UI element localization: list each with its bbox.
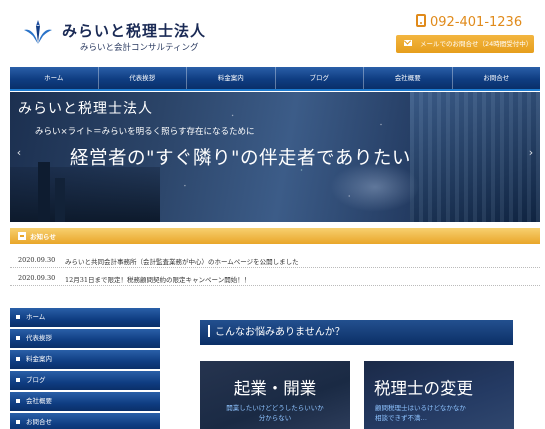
sidebar-item-blog[interactable]: ブログ: [10, 371, 160, 390]
mail-contact-button[interactable]: メールでのお問合せ（24時間受付中）: [396, 35, 534, 53]
news-heading: お知らせ: [30, 233, 56, 241]
service-card-change-accountant[interactable]: 税理士の変更 顧問税理士はいるけどなかなか 相談できず不満…: [364, 361, 514, 429]
slider-next-icon[interactable]: ›: [525, 144, 537, 162]
hero-main-copy: 経営者の"すぐ隣り"の伴走者でありたい: [70, 148, 411, 169]
mail-button-label: メールでのお問合せ（24時間受付中）: [420, 40, 533, 48]
news-item[interactable]: 2020.09.30 12月31日まで限定！税務顧問契約の限定キャンペーン開始！…: [10, 268, 540, 286]
nav-item-blog[interactable]: ブログ: [276, 67, 364, 89]
nav-item-company[interactable]: 会社概要: [364, 67, 453, 89]
phone-icon: [416, 14, 426, 27]
sidebar-item-contact[interactable]: お問合せ: [10, 413, 160, 429]
brand-title[interactable]: みらいと税理士法人: [62, 20, 206, 41]
hero-subtitle: みらい×ライト＝みらいを明るく照らす存在になるために: [35, 127, 255, 137]
hero-building-image: [410, 92, 540, 222]
card-title: 起業・開業: [233, 379, 317, 398]
card-title: 税理士の変更: [374, 379, 473, 398]
nav-item-greeting[interactable]: 代表挨拶: [99, 67, 187, 89]
news-link[interactable]: みらいと共同会計事務所（会計監査業務が中心）のホームページを公開しました: [65, 256, 299, 266]
news-item[interactable]: 2020.09.30 みらいと共同会計事務所（会計監査業務が中心）のホームページ…: [10, 250, 540, 268]
sidebar-item-pricing[interactable]: 料金案内: [10, 350, 160, 369]
card-description: 顧問税理士はいるけどなかなか 相談できず不満…: [364, 403, 514, 423]
card-description: 開業したいけどどうしたらいいか 分からない: [200, 403, 350, 423]
card-desc-line: 分からない: [258, 414, 292, 422]
hero-slider: みらいと税理士法人 みらい×ライト＝みらいを明るく照らす存在になるために 経営者…: [10, 92, 540, 222]
news-date: 2020.09.30: [18, 274, 56, 282]
site-header: みらいと税理士法人 みらいと会計コンサルティング 092-401-1236 メー…: [0, 0, 545, 68]
worry-heading: こんなお悩みありませんか？: [200, 320, 513, 345]
hero-city-image: [10, 167, 160, 222]
hero-tower-image: [38, 162, 50, 222]
global-nav: ホーム 代表挨拶 料金案内 ブログ 会社概要 お問合せ: [10, 67, 540, 91]
brand-subtitle: みらいと会計コンサルティング: [80, 43, 199, 53]
nav-item-contact[interactable]: お問合せ: [453, 67, 541, 89]
phone-text: 092-401-1236: [430, 15, 523, 30]
news-icon: [18, 232, 26, 240]
envelope-icon: [404, 40, 412, 46]
card-desc-line: 顧問税理士はいるけどなかなか: [375, 404, 466, 412]
hero-title: みらいと税理士法人: [18, 101, 153, 117]
card-desc-line: 相談できず不満…: [375, 414, 427, 422]
card-desc-line: 開業したいけどどうしたらいいか: [226, 404, 324, 412]
slider-prev-icon[interactable]: ‹: [13, 144, 25, 162]
news-link[interactable]: 12月31日まで限定！税務顧問契約の限定キャンペーン開始！！: [65, 274, 250, 284]
sidebar-item-home[interactable]: ホーム: [10, 308, 160, 327]
service-card-startup[interactable]: 起業・開業 開業したいけどどうしたらいいか 分からない: [200, 361, 350, 429]
phone-number[interactable]: 092-401-1236: [416, 14, 522, 30]
sidebar-item-greeting[interactable]: 代表挨拶: [10, 329, 160, 348]
sidebar-item-company[interactable]: 会社概要: [10, 392, 160, 411]
nav-item-home[interactable]: ホーム: [10, 67, 99, 89]
news-header: お知らせ: [10, 228, 540, 244]
nav-item-pricing[interactable]: 料金案内: [187, 67, 276, 89]
hero-tower-image-2: [55, 178, 65, 222]
phoenix-logo-icon[interactable]: [22, 16, 54, 48]
news-date: 2020.09.30: [18, 256, 56, 264]
